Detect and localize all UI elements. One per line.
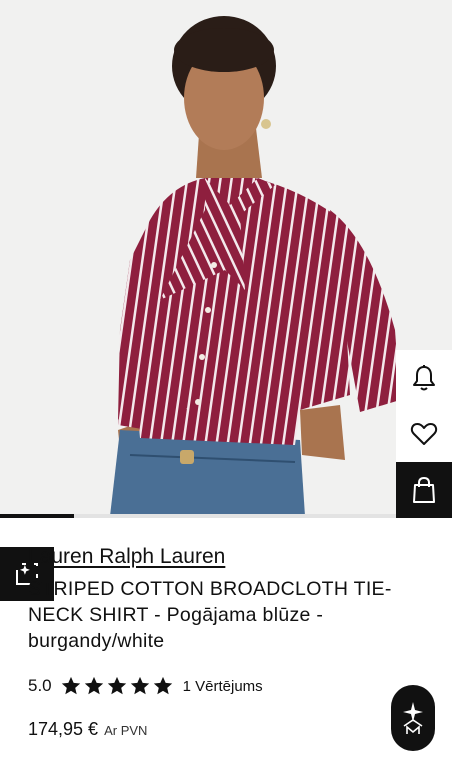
price: 174,95 € [28,719,99,739]
rating-value: 5.0 [28,676,52,695]
star-icon [153,676,172,695]
gallery-progress-bar [0,514,452,518]
assistant-button[interactable] [391,685,435,751]
assistant-icon [403,702,423,734]
rating-stars [60,675,175,697]
price-row: 174,95 € Ar PVN [28,719,147,740]
star-icon [61,676,80,695]
product-image[interactable] [0,0,452,516]
notify-button[interactable] [396,350,452,406]
gallery-progress-fill [0,514,74,518]
brand-link[interactable]: Lauren Ralph Lauren [28,545,225,569]
wishlist-button[interactable] [396,406,452,462]
bell-icon [413,365,435,391]
add-to-bag-button[interactable] [396,462,452,518]
shopping-bag-icon [413,476,435,503]
rating-row[interactable]: 5.0 1 Vērtējums [28,674,263,698]
star-icon [130,676,149,695]
star-icon [84,676,103,695]
star-icon [107,676,126,695]
vat-label: Ar PVN [104,723,148,738]
reviews-count: 1 Vērtējums [182,677,263,695]
heart-icon [410,423,438,445]
product-title: STRIPED COTTON BROADCLOTH TIE-NECK SHIRT… [28,578,392,652]
side-actions [396,350,452,518]
product-photo-illustration [110,16,400,516]
